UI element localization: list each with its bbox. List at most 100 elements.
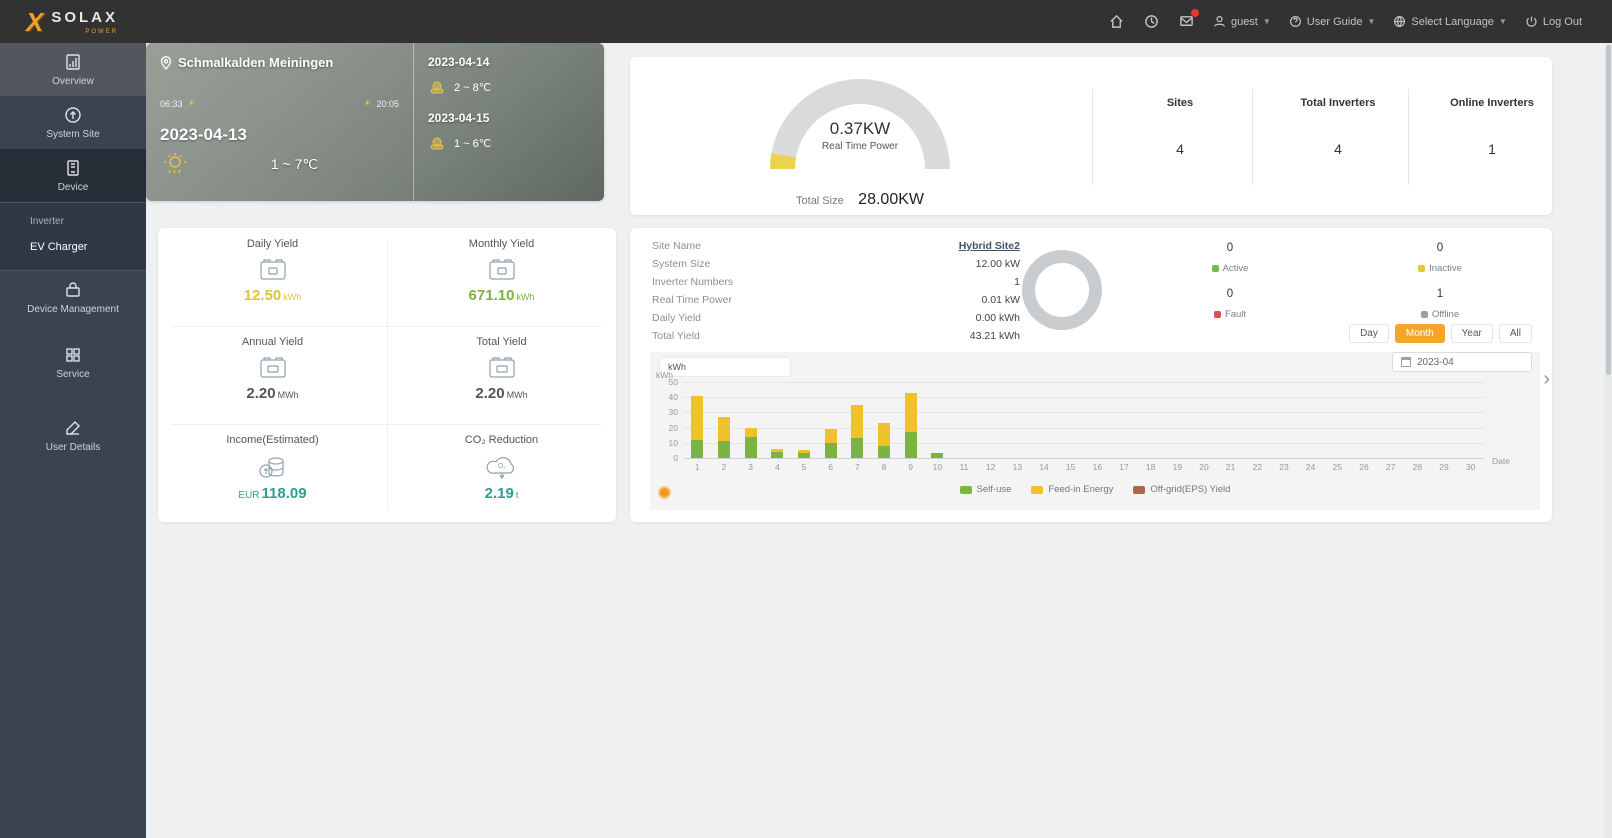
calendar-icon: [1401, 357, 1411, 367]
sidebar-item-service[interactable]: Service: [0, 336, 146, 389]
sidebar-item-device[interactable]: Device: [0, 149, 146, 203]
x-tick-label: 23: [1279, 462, 1289, 472]
yield-label: Income(Estimated): [226, 434, 319, 446]
sidebar-item-label: Device: [57, 182, 89, 193]
date-picker[interactable]: 2023-04: [1392, 352, 1532, 372]
user-menu[interactable]: guest ▼: [1213, 15, 1271, 28]
weather-today-temp: 1 ~ 7℃: [270, 155, 319, 172]
submenu-item-ev-charger[interactable]: EV Charger: [0, 234, 146, 260]
x-tick-label: 5: [801, 462, 807, 472]
language-menu[interactable]: Select Language ▼: [1393, 15, 1507, 28]
bar-segment: [718, 441, 730, 458]
scrollbar-thumb[interactable]: [1606, 45, 1611, 375]
yield-label: Daily Yield: [246, 238, 299, 250]
detail-row-real-time-power: Real Time Power 0.01 kW: [652, 294, 1020, 306]
x-tick-label: 16: [1092, 462, 1103, 472]
home-icon[interactable]: [1108, 13, 1125, 30]
legend-item[interactable]: Self-use: [959, 484, 1011, 495]
x-tick-label: 2: [721, 462, 727, 472]
logout-button[interactable]: Log Out: [1525, 15, 1582, 28]
message-icon[interactable]: [1178, 9, 1199, 30]
range-month-button[interactable]: Month: [1394, 324, 1445, 343]
chevron-down-icon: ▼: [1367, 17, 1376, 26]
chart-marker-icon[interactable]: [658, 486, 671, 499]
y-tick-label: 30: [668, 407, 678, 418]
bar-segment: [878, 423, 890, 446]
stat-label: Online Inverters: [1450, 97, 1534, 109]
detail-row-daily-yield: Daily Yield 0.00 kWh: [652, 312, 1020, 324]
sidebar-item-device-management[interactable]: Device Management: [0, 271, 146, 324]
range-year-button[interactable]: Year: [1450, 324, 1493, 343]
device-submenu: Inverter EV Charger: [0, 203, 146, 271]
bar-segment: [691, 439, 704, 458]
x-tick-label: 1: [694, 462, 700, 472]
x-tick-label: 22: [1252, 462, 1263, 472]
sidebar-item-overview[interactable]: Overview: [0, 43, 146, 96]
x-tick-label: 13: [1012, 462, 1023, 472]
income-card: Income(Estimated) EUR 118.09: [158, 424, 387, 522]
yields-card: Daily Yield 12.50 kWh Monthly Yield 671.1…: [158, 228, 616, 522]
sun-rain-icon: [164, 153, 186, 174]
unit-select[interactable]: kWh: [660, 358, 790, 376]
x-tick-label: 25: [1332, 462, 1343, 472]
weather-location: Schmalkalden Meiningen: [178, 55, 334, 70]
sidebar-item-system-site[interactable]: System Site: [0, 96, 146, 149]
x-tick-label: 11: [959, 462, 969, 472]
y-tick-label: 10: [668, 437, 678, 448]
divider: [1408, 89, 1409, 185]
legend-item[interactable]: Feed-in Energy: [1031, 484, 1113, 495]
x-tick-label: 27: [1385, 462, 1396, 472]
daily-yield-card: Daily Yield 12.50 kWh: [158, 228, 387, 326]
sunrise-time: 06:33: [160, 98, 183, 109]
bar-segment: [718, 416, 730, 442]
brand-subtitle: POWER: [85, 28, 119, 35]
divider: [1092, 89, 1093, 185]
x-tick-label: 9: [908, 462, 914, 472]
legend-swatch: [1133, 485, 1146, 494]
gridline: [684, 427, 1484, 429]
yield-value: 671.10 kWh: [468, 287, 535, 304]
x-tick-label: 10: [932, 462, 943, 472]
user-guide-label: User Guide: [1306, 15, 1363, 28]
sunrise-icon: ☀: [187, 98, 196, 108]
detail-row-inverter-numbers: Inverter Numbers 1: [652, 276, 1020, 288]
detail-row-total-yield: Total Yield 43.21 kWh: [652, 330, 1020, 342]
x-axis-name: Date: [1492, 456, 1510, 466]
gridline: [684, 442, 1484, 444]
sidebar-item-label: Device Management: [27, 304, 119, 315]
bar-segment: [798, 450, 810, 454]
y-tick-label: 50: [668, 377, 678, 387]
co2-reduction-card: CO₂ Reduction O₂ 2.19 t: [387, 424, 616, 522]
language-label: Select Language: [1411, 15, 1494, 28]
carousel-next-arrow[interactable]: ›: [1543, 368, 1550, 391]
yield-bar-chart: kWh kWh 0 10 20 30 40 50 Date Self-use Feed-in…: [650, 352, 1540, 510]
bar-segment: [851, 438, 864, 458]
submenu-item-inverter[interactable]: Inverter: [0, 209, 146, 234]
sidebar-item-user-details[interactable]: User Details: [0, 409, 146, 462]
co2-cloud-icon: O₂: [486, 456, 514, 480]
page-scrollbar: [1605, 43, 1612, 838]
site-name-link[interactable]: Hybrid Site2: [959, 240, 1020, 252]
status-fault: 0 Fault: [1175, 288, 1285, 320]
chart-legend: Self-use Feed-in Energy Off-grid(EPS) Yiel…: [650, 484, 1540, 495]
site-overview-card: Site Name Hybrid Site2 System Size 12.00…: [630, 228, 1552, 522]
real-time-power-value: 0.37KW: [829, 119, 891, 138]
gridline: [684, 412, 1484, 414]
user-guide-menu[interactable]: User Guide ▼: [1289, 15, 1376, 28]
range-day-button[interactable]: Day: [1349, 324, 1389, 343]
bar-segment: [744, 436, 757, 458]
x-tick-label: 29: [1439, 462, 1449, 472]
bar-segment: [824, 429, 837, 443]
legend-item[interactable]: Off-grid(EPS) Yield: [1133, 484, 1230, 495]
alarm-icon[interactable]: [1143, 13, 1160, 30]
sidebar-item-label: Overview: [52, 76, 94, 87]
status-dot: [1211, 265, 1219, 272]
coins-icon: [258, 457, 284, 478]
stat-label: Total Inverters: [1300, 97, 1376, 109]
total-size-value: 28.00KW: [858, 191, 924, 208]
sidebar-item-label: Service: [56, 369, 90, 380]
x-tick-label: 4: [774, 462, 780, 472]
x-tick-label: 3: [748, 462, 754, 472]
range-all-button[interactable]: All: [1498, 324, 1532, 343]
range-selector: Day Month Year All: [1349, 324, 1532, 343]
